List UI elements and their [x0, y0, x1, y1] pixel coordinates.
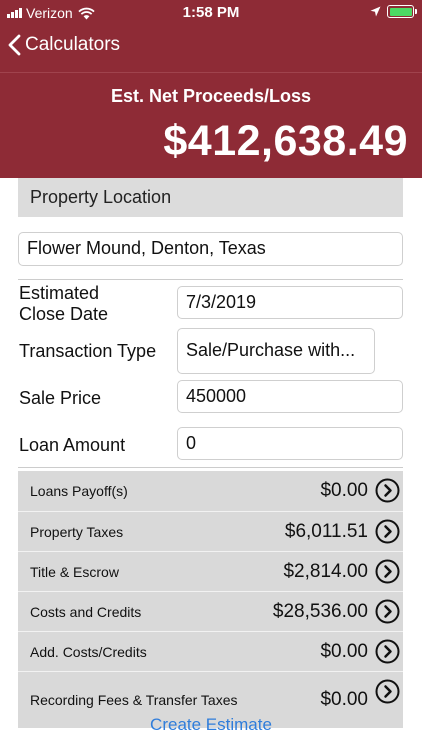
battery-icon — [387, 5, 417, 18]
back-button[interactable]: Calculators — [8, 34, 120, 56]
row-value: $6,011.51 — [284, 521, 368, 542]
loan-amount-label: Loan Amount — [19, 435, 126, 455]
status-bar: Verizon 1:58 PM — [0, 0, 422, 26]
circle-chevron-right-icon[interactable] — [375, 559, 400, 584]
cost-summary-list: Loans Payoff(s) $0.00 Property Taxes $6,… — [18, 471, 403, 728]
loan-amount-field[interactable]: 0 — [177, 427, 403, 460]
net-proceeds-value: $412,638.49 — [163, 117, 408, 165]
property-location-header: Property Location — [18, 178, 403, 217]
chevron-left-icon — [8, 34, 21, 56]
close-date-label: Estimated Close Date — [19, 283, 109, 324]
row-label: Add. Costs/Credits — [30, 644, 147, 660]
back-label: Calculators — [25, 34, 121, 55]
sale-price-label: Sale Price — [19, 388, 102, 408]
status-time: 1:58 PM — [182, 4, 240, 21]
sale-price-field[interactable]: 450000 — [177, 380, 403, 413]
row-label: Recording Fees & Transfer Taxes — [30, 692, 238, 708]
divider — [18, 467, 403, 468]
net-proceeds-header: Est. Net Proceeds/Loss $412,638.49 — [0, 72, 422, 178]
location-arrow-icon — [370, 6, 381, 17]
list-item-title-escrow[interactable]: Title & Escrow $2,814.00 — [18, 551, 403, 591]
divider — [18, 279, 403, 280]
row-label: Title & Escrow — [30, 564, 119, 580]
row-label: Loans Payoff(s) — [30, 483, 128, 499]
property-location-field[interactable]: Flower Mound, Denton, Texas — [18, 232, 403, 266]
list-item-costs-credits[interactable]: Costs and Credits $28,536.00 — [18, 591, 403, 631]
net-proceeds-label: Est. Net Proceeds/Loss — [110, 86, 312, 106]
row-label: Property Taxes — [30, 524, 124, 540]
create-estimate-link[interactable]: Create Estimate — [0, 715, 422, 735]
list-item-property-taxes[interactable]: Property Taxes $6,011.51 — [18, 511, 403, 551]
circle-chevron-right-icon[interactable] — [375, 599, 400, 624]
transaction-type-select[interactable]: Sale/Purchase with... — [177, 328, 375, 374]
row-value: $2,814.00 — [283, 561, 368, 582]
list-item-loans-payoff[interactable]: Loans Payoff(s) $0.00 — [18, 471, 403, 511]
circle-chevron-right-icon[interactable] — [375, 639, 400, 664]
circle-chevron-right-icon[interactable] — [375, 478, 400, 503]
transaction-type-label: Transaction Type — [19, 341, 157, 361]
row-value: $0.00 — [320, 641, 368, 662]
close-date-field[interactable]: 7/3/2019 — [177, 286, 403, 319]
status-right — [370, 5, 417, 18]
row-value: $28,536.00 — [272, 601, 368, 622]
circle-chevron-right-icon[interactable] — [375, 679, 400, 704]
row-value: $0.00 — [320, 480, 368, 501]
row-value: $0.00 — [320, 689, 368, 710]
list-item-additional-costs[interactable]: Add. Costs/Credits $0.00 — [18, 631, 403, 671]
navigation-bar: Calculators — [0, 26, 422, 72]
row-label: Costs and Credits — [30, 604, 142, 620]
circle-chevron-right-icon[interactable] — [375, 519, 400, 544]
